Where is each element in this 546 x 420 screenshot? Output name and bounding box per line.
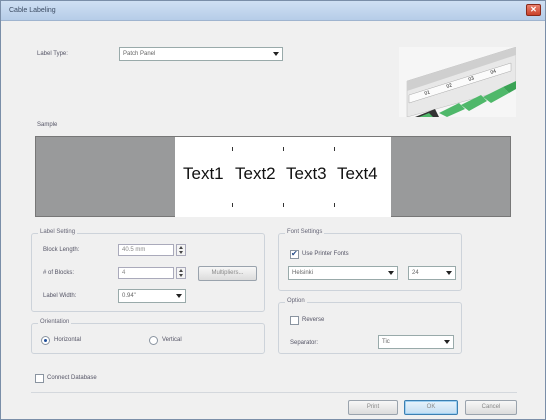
chevron-down-icon xyxy=(176,294,182,298)
num-blocks-input[interactable]: 4 xyxy=(118,267,174,279)
title-bar: Cable Labeling ✕ xyxy=(1,1,545,21)
num-blocks-label: # of Blocks: xyxy=(43,270,75,276)
spin-up-icon[interactable] xyxy=(179,269,183,272)
horizontal-label: Horizontal xyxy=(54,337,82,343)
window-title: Cable Labeling xyxy=(9,7,56,14)
block-length-input[interactable]: 40.5 mm xyxy=(118,244,174,256)
sample-text-2: Text2 xyxy=(235,164,276,183)
ok-button[interactable]: OK xyxy=(404,400,458,415)
connect-database-label: Connect Database xyxy=(47,375,97,381)
font-size-value: 24 xyxy=(412,270,419,276)
orientation-title: Orientation xyxy=(38,319,72,325)
tick-mark xyxy=(334,203,335,207)
label-width-value: 0.94" xyxy=(122,293,136,299)
use-printer-fonts-checkbox[interactable] xyxy=(290,249,299,259)
reverse-checkbox[interactable] xyxy=(290,316,299,325)
label-width-select[interactable]: 0.94" xyxy=(118,289,186,303)
print-button[interactable]: Print xyxy=(348,400,398,415)
label-setting-title: Label Setting xyxy=(38,229,78,235)
label-type-label: Label Type: xyxy=(37,51,68,57)
cable-labeling-dialog: Cable Labeling ✕ Label Type: Patch Panel… xyxy=(0,0,546,420)
use-printer-fonts-label: Use Printer Fonts xyxy=(302,251,349,257)
sample-text-3: Text3 xyxy=(286,164,327,183)
multipliers-button[interactable]: Multipliers... xyxy=(198,266,257,281)
close-button[interactable]: ✕ xyxy=(526,4,541,16)
tick-mark xyxy=(283,147,284,151)
cancel-button[interactable]: Cancel xyxy=(465,400,517,415)
label-type-select[interactable]: Patch Panel xyxy=(119,47,283,61)
num-blocks-spinner[interactable] xyxy=(176,267,186,279)
font-settings-title: Font Settings xyxy=(285,229,325,235)
tick-mark xyxy=(334,147,335,151)
sample-preview: Text1 Text2 Text3 Text4 xyxy=(35,136,511,217)
vertical-label: Vertical xyxy=(162,337,182,343)
sample-text-4: Text4 xyxy=(337,164,378,183)
chevron-down-icon xyxy=(388,271,394,275)
font-name-value: Helsinki xyxy=(292,270,314,276)
font-name-select[interactable]: Helsinki xyxy=(288,266,398,280)
label-type-value: Patch Panel xyxy=(123,51,156,57)
font-settings-group: Font Settings xyxy=(278,229,462,291)
label-preview: Text1 Text2 Text3 Text4 xyxy=(175,137,391,217)
chevron-down-icon xyxy=(446,271,452,275)
spin-up-icon[interactable] xyxy=(179,246,183,249)
spin-down-icon[interactable] xyxy=(179,274,183,277)
label-width-label: Label Width: xyxy=(43,293,77,299)
tick-mark xyxy=(232,203,233,207)
font-size-select[interactable]: 24 xyxy=(408,266,456,280)
chevron-down-icon xyxy=(444,340,450,344)
separator-value: Tic xyxy=(382,339,390,345)
spin-down-icon[interactable] xyxy=(179,251,183,254)
horizontal-radio[interactable] xyxy=(41,336,50,345)
vertical-radio[interactable] xyxy=(149,336,158,345)
patch-panel-image: 01 02 03 04 xyxy=(399,47,516,117)
separator-select[interactable]: Tic xyxy=(378,335,454,349)
num-blocks-value: 4 xyxy=(122,270,126,276)
block-length-value: 40.5 mm xyxy=(122,247,146,253)
sample-label: Sample xyxy=(37,122,58,128)
divider xyxy=(31,392,517,393)
tick-mark xyxy=(283,203,284,207)
reverse-label: Reverse xyxy=(302,317,325,323)
connect-database-checkbox[interactable] xyxy=(35,374,44,383)
tick-mark xyxy=(232,147,233,151)
block-length-label: Block Length: xyxy=(43,247,80,253)
chevron-down-icon xyxy=(273,52,279,56)
separator-label: Separator: xyxy=(290,340,319,346)
option-title: Option xyxy=(285,298,307,304)
block-length-spinner[interactable] xyxy=(176,244,186,256)
sample-text-1: Text1 xyxy=(183,164,224,183)
